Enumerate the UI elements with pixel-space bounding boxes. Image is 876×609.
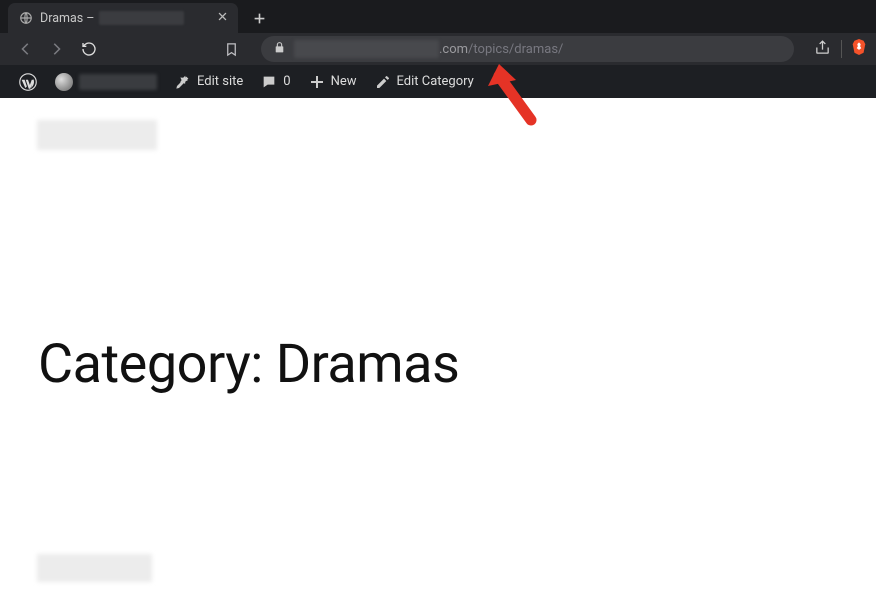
toolbar-right <box>814 39 866 60</box>
wp-edit-site[interactable]: Edit site <box>166 65 252 98</box>
site-avatar-icon <box>55 73 73 91</box>
share-icon[interactable] <box>814 39 831 60</box>
post-title-redacted <box>37 554 152 582</box>
wp-logo-icon[interactable] <box>10 65 46 98</box>
wp-edit-site-label: Edit site <box>197 74 243 89</box>
wp-comments-count: 0 <box>283 74 290 89</box>
url-path: /topics/dramas/ <box>468 42 563 57</box>
wp-new-label: New <box>331 74 357 89</box>
bookmark-icon[interactable] <box>221 39 241 59</box>
url-domain-redacted <box>294 40 439 58</box>
globe-icon <box>18 11 33 26</box>
wp-new[interactable]: New <box>300 65 366 98</box>
new-tab-button[interactable] <box>244 3 274 33</box>
browser-toolbar: .com /topics/dramas/ <box>0 33 876 65</box>
separator <box>841 40 842 58</box>
forward-button[interactable] <box>46 39 66 59</box>
wp-edit-category[interactable]: Edit Category <box>366 65 483 98</box>
url-bar[interactable]: .com /topics/dramas/ <box>261 36 794 62</box>
lock-icon <box>273 41 286 58</box>
back-button[interactable] <box>16 39 36 59</box>
site-title-redacted <box>37 120 157 150</box>
reload-button[interactable] <box>79 39 99 59</box>
brave-icon[interactable] <box>852 39 866 59</box>
wp-admin-bar: Edit site 0 New Edit Category <box>0 65 876 98</box>
browser-tab-active[interactable]: Dramas – <box>8 3 238 33</box>
tab-title-prefix: Dramas – <box>40 11 95 26</box>
wp-site-link[interactable] <box>46 65 166 98</box>
wp-edit-category-label: Edit Category <box>397 74 474 89</box>
close-icon[interactable] <box>217 10 228 26</box>
browser-tab-strip: Dramas – <box>0 0 876 33</box>
wp-comments[interactable]: 0 <box>252 65 299 98</box>
tab-title-redacted <box>99 11 184 25</box>
wp-site-name-redacted <box>79 74 157 90</box>
url-domain-fragment: .com <box>439 42 468 57</box>
page-title: Category: Dramas <box>38 333 459 396</box>
page-content: Category: Dramas <box>0 98 876 609</box>
